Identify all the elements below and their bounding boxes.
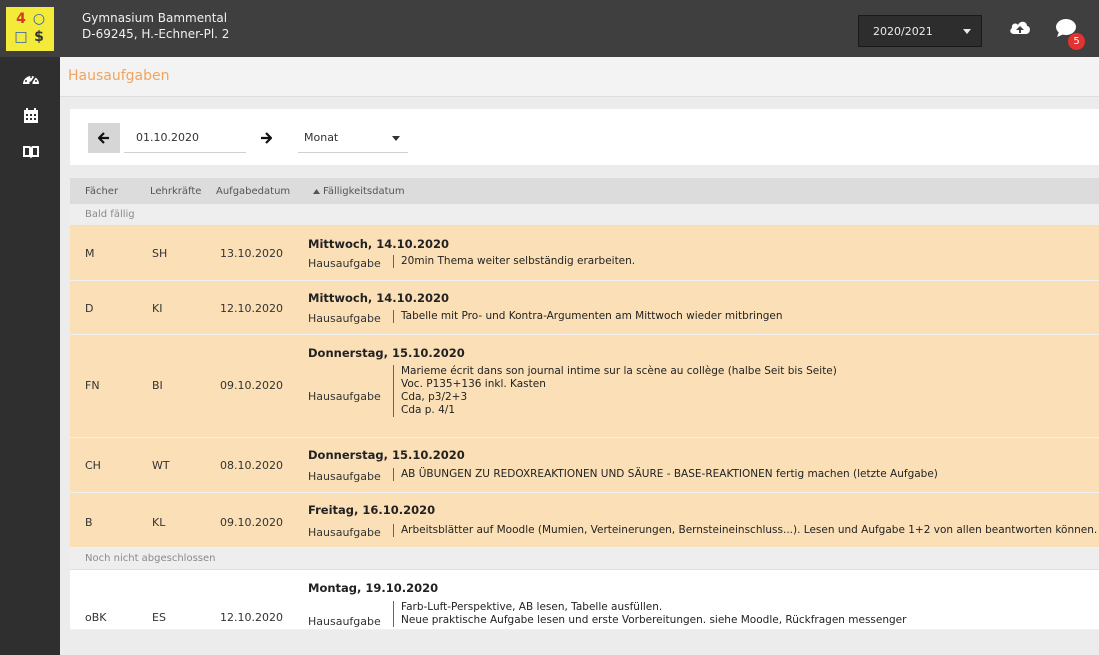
- cell-subject: oBK: [85, 611, 107, 624]
- homework-label: Hausaufgabe: [308, 390, 381, 403]
- homework-text: Farb-Luft-Perspektive, AB lesen, Tabelle…: [393, 601, 906, 627]
- school-year-select[interactable]: 2020/2021: [858, 15, 982, 47]
- message-count-badge: 5: [1068, 33, 1085, 50]
- homework-text: Arbeitsblätter auf Moodle (Mumien, Verte…: [393, 524, 1097, 537]
- school-logo[interactable]: 4 ○ □ $: [0, 0, 60, 57]
- homework-line: Cda p. 4/1: [401, 404, 456, 416]
- homework-line: AB ÜBUNGEN ZU REDOXREAKTIONEN UND SÄURE …: [401, 468, 938, 480]
- cell-subject: CH: [85, 459, 101, 472]
- chevron-down-icon: [963, 29, 971, 34]
- school-year-value: 2020/2021: [873, 24, 933, 38]
- cell-assigned: 12.10.2020: [220, 611, 283, 624]
- table-header: Fächer Lehrkräfte Aufgabedatum Fälligkei…: [70, 178, 1099, 204]
- homework-label: Hausaufgabe: [308, 470, 381, 483]
- homework-line: Marieme écrit dans son journal intime su…: [401, 365, 837, 377]
- homework-text: AB ÜBUNGEN ZU REDOXREAKTIONEN UND SÄURE …: [393, 468, 938, 481]
- cell-assigned: 13.10.2020: [220, 247, 283, 260]
- homework-line: Neue praktische Aufgabe lesen und erste …: [401, 614, 907, 626]
- dashboard-icon[interactable]: [22, 71, 40, 89]
- cell-due-date: Donnerstag, 15.10.2020: [308, 346, 465, 360]
- calendar-icon[interactable]: [22, 107, 40, 125]
- homework-line: Farb-Luft-Perspektive, AB lesen, Tabelle…: [401, 601, 663, 613]
- table-row[interactable]: oBK ES 12.10.2020 Montag, 19.10.2020 Hau…: [70, 570, 1099, 630]
- logo-emblem: 4 ○ □ $: [6, 6, 54, 51]
- main-content: Hausaufgaben 01.10.2020 Monat Fächer Leh…: [60, 57, 1099, 655]
- date-filter-bar: 01.10.2020 Monat: [70, 109, 1099, 165]
- sidebar: [0, 57, 60, 655]
- sort-asc-icon: [313, 186, 320, 197]
- table-row[interactable]: B KL 09.10.2020 Freitag, 16.10.2020 Haus…: [70, 493, 1099, 548]
- homework-line: Voc. P135+136 inkl. Kasten: [401, 378, 546, 390]
- homework-line: Cda, p3/2+3: [401, 391, 468, 403]
- cell-due-date: Freitag, 16.10.2020: [308, 503, 436, 517]
- homework-label: Hausaufgabe: [308, 615, 381, 628]
- homework-label: Hausaufgabe: [308, 526, 381, 539]
- cell-due-date: Donnerstag, 15.10.2020: [308, 448, 465, 462]
- school-name: Gymnasium Bammental: [82, 11, 228, 25]
- logo-glyph: $: [34, 28, 44, 45]
- column-header-due[interactable]: Fälligkeitsdatum: [323, 186, 405, 197]
- cell-teacher: WT: [152, 459, 170, 472]
- cell-due-date: Montag, 19.10.2020: [308, 581, 439, 595]
- cell-assigned: 09.10.2020: [220, 516, 283, 529]
- table-row[interactable]: D KI 12.10.2020 Mittwoch, 14.10.2020 Hau…: [70, 281, 1099, 335]
- section-due-soon: Bald fällig: [70, 204, 1099, 226]
- homework-line: 20min Thema weiter selbständig erarbeite…: [401, 255, 636, 267]
- cell-due-date: Mittwoch, 14.10.2020: [308, 237, 450, 251]
- cell-subject: M: [85, 247, 95, 260]
- top-bar: 4 ○ □ $ Gymnasium Bammental D-69245, H.-…: [0, 0, 1099, 57]
- arrow-right-icon: [261, 132, 272, 144]
- homework-text: Marieme écrit dans son journal intime su…: [393, 365, 837, 417]
- column-header-subject[interactable]: Fächer: [85, 186, 118, 197]
- cell-teacher: SH: [152, 247, 168, 260]
- school-address: D-69245, H.-Echner-Pl. 2: [82, 27, 230, 41]
- homework-table: Fächer Lehrkräfte Aufgabedatum Fälligkei…: [70, 178, 1099, 630]
- homework-line: Arbeitsblätter auf Moodle (Mumien, Verte…: [401, 524, 1098, 536]
- cell-subject: D: [85, 302, 94, 315]
- cell-teacher: KL: [152, 516, 166, 529]
- homework-label: Hausaufgabe: [308, 312, 381, 325]
- logo-glyph: 4: [16, 10, 26, 27]
- column-header-assigned[interactable]: Aufgabedatum: [216, 186, 290, 197]
- homework-text: 20min Thema weiter selbständig erarbeite…: [393, 255, 635, 268]
- cell-teacher: ES: [152, 611, 166, 624]
- arrow-left-icon: [98, 132, 109, 144]
- homework-line: Tabelle mit Pro- und Kontra-Argumenten a…: [401, 310, 783, 322]
- chevron-down-icon: [392, 136, 400, 141]
- cell-due-date: Mittwoch, 14.10.2020: [308, 291, 450, 305]
- logo-glyph: ○: [32, 10, 46, 27]
- period-select[interactable]: Monat: [298, 123, 408, 153]
- date-input[interactable]: 01.10.2020: [124, 123, 246, 153]
- table-row[interactable]: FN BI 09.10.2020 Donnerstag, 15.10.2020 …: [70, 335, 1099, 438]
- cell-subject: B: [85, 516, 93, 529]
- cloud-upload-icon[interactable]: [1009, 18, 1031, 38]
- cell-teacher: KI: [152, 302, 163, 315]
- page-title: Hausaufgaben: [68, 68, 170, 84]
- period-value: Monat: [304, 131, 339, 144]
- cell-teacher: BI: [152, 379, 163, 392]
- previous-date-button[interactable]: [88, 123, 120, 153]
- logo-glyph: □: [14, 28, 28, 45]
- column-header-teacher[interactable]: Lehrkräfte: [150, 186, 201, 197]
- section-open: Noch nicht abgeschlossen: [70, 548, 1099, 570]
- school-info: Gymnasium Bammental D-69245, H.-Echner-P…: [82, 10, 229, 42]
- cell-assigned: 12.10.2020: [220, 302, 283, 315]
- page-header: Hausaufgaben: [60, 57, 1099, 97]
- next-date-button[interactable]: [250, 123, 282, 153]
- homework-label: Hausaufgabe: [308, 257, 381, 270]
- table-row[interactable]: CH WT 08.10.2020 Donnerstag, 15.10.2020 …: [70, 438, 1099, 493]
- homework-text: Tabelle mit Pro- und Kontra-Argumenten a…: [393, 310, 783, 323]
- book-icon[interactable]: [22, 143, 40, 161]
- table-row[interactable]: M SH 13.10.2020 Mittwoch, 14.10.2020 Hau…: [70, 226, 1099, 281]
- cell-assigned: 09.10.2020: [220, 379, 283, 392]
- cell-subject: FN: [85, 379, 100, 392]
- cell-assigned: 08.10.2020: [220, 459, 283, 472]
